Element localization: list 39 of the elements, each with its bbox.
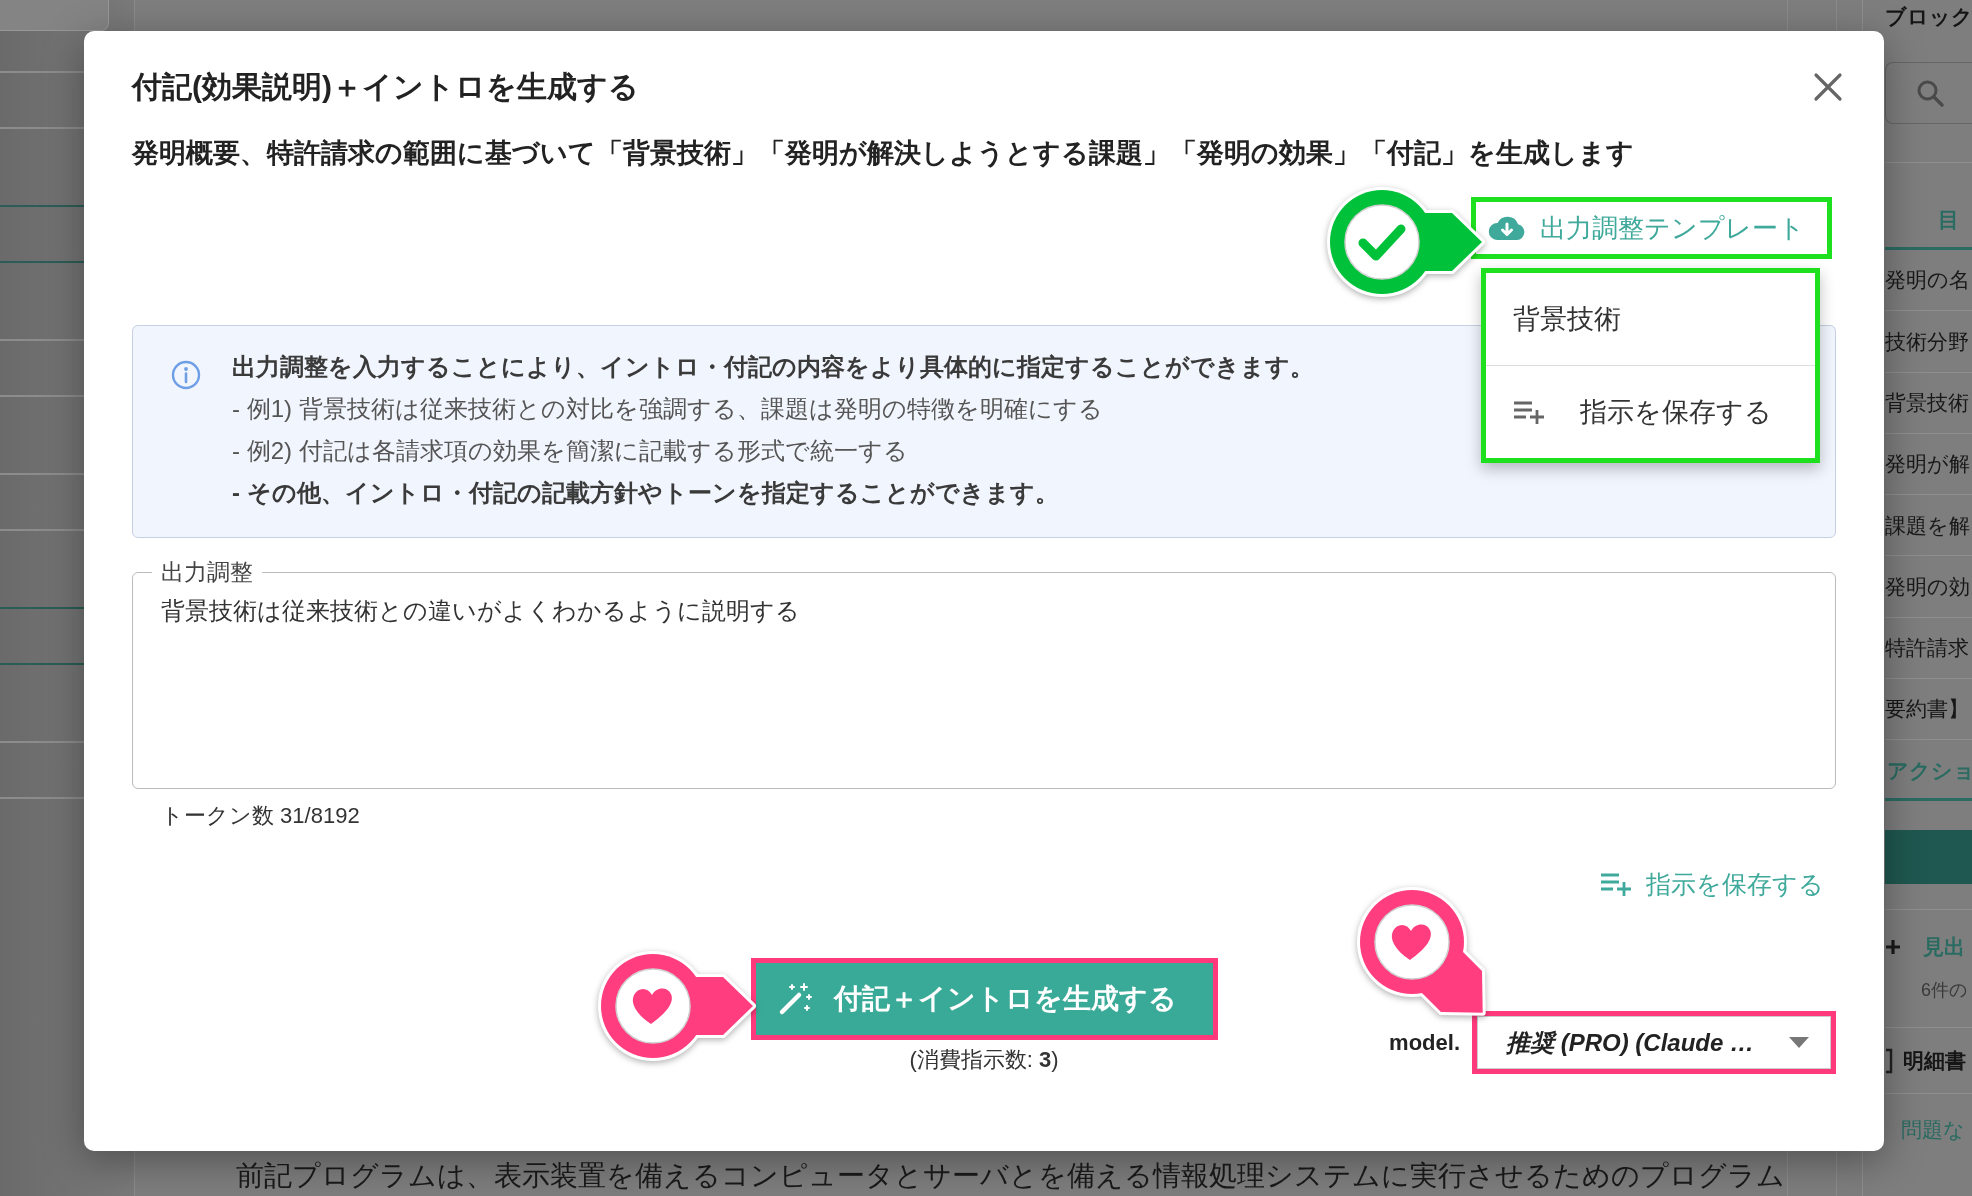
info-text: - 例2) 付記は各請求項の効果を簡潔に記載する形式で統一する (232, 436, 908, 466)
document-text: 前記プログラムは、表示装置を備えるコンピュータとサーバとを備える情報処理システムに実行させるためのプログラム (236, 1159, 1786, 1193)
menu-item[interactable]: 背景技術 (1486, 273, 1815, 365)
toc-item[interactable]: 発明の効 (1885, 556, 1972, 618)
cost-note: (消費指示数: 3) (909, 1046, 1059, 1074)
sidebar-heading: ブロック (1885, 4, 1972, 30)
dialog-title: 付記(効果説明)＋イントロを生成する (132, 69, 639, 105)
toc-item[interactable]: 発明の名 (1885, 250, 1972, 312)
heading-count: 6件の (1921, 979, 1967, 1003)
caret-icon (1789, 1037, 1809, 1048)
toc-item[interactable]: 要約書】 (1885, 679, 1972, 741)
bracket-icon (1885, 1047, 1893, 1074)
dialog-description: 発明概要、特許請求の範囲に基づいて「背景技術」「発明が解決しようとする課題」「発明の効果」「付記」を生成します (132, 137, 1635, 170)
close-icon (1813, 71, 1843, 102)
list-add-icon (1600, 871, 1632, 897)
info-text: - 例1) 背景技術は従来技術との対比を強調する、課題は発明の特徴を明確にする (232, 394, 1103, 424)
search-icon (1916, 79, 1944, 107)
toc-item[interactable]: 特許請求 (1885, 617, 1972, 680)
menu-item[interactable]: 指示を保存する (1486, 365, 1815, 458)
generate-button[interactable]: 付記＋イントロを生成する (750, 958, 1218, 1040)
info-icon (171, 360, 201, 390)
list-add-icon (1513, 399, 1545, 425)
close-button[interactable] (1812, 70, 1844, 103)
toc-item[interactable]: 技術分野 (1885, 311, 1972, 373)
cloud-download-icon (1488, 215, 1526, 241)
model-label: model. (1389, 1029, 1460, 1057)
toc-item[interactable]: 背景技術 (1885, 372, 1972, 434)
toc-item[interactable]: 発明が解 (1885, 433, 1972, 496)
document-link[interactable]: 明細書 (1903, 1045, 1966, 1076)
plus-icon (1885, 939, 1901, 956)
save-instructions-link[interactable]: 指示を保存する (1600, 868, 1824, 900)
info-text: 出力調整を入力することにより、イントロ・付記の内容をより具体的に指定することができます。 (232, 352, 1314, 382)
token-count: トークン数 31/8192 (161, 802, 360, 830)
status-text: 問題な (1901, 1118, 1965, 1142)
model-select[interactable]: 推奨 (PRO) (Claude … (1472, 1011, 1836, 1074)
search-field[interactable] (1885, 62, 1972, 124)
toc-item[interactable]: 課題を解 (1885, 495, 1972, 557)
sidebar-action-button[interactable] (1885, 830, 1972, 885)
info-text: - その他、イントロ・付記の記載方針やトーンを指定することができます。 (232, 478, 1059, 508)
